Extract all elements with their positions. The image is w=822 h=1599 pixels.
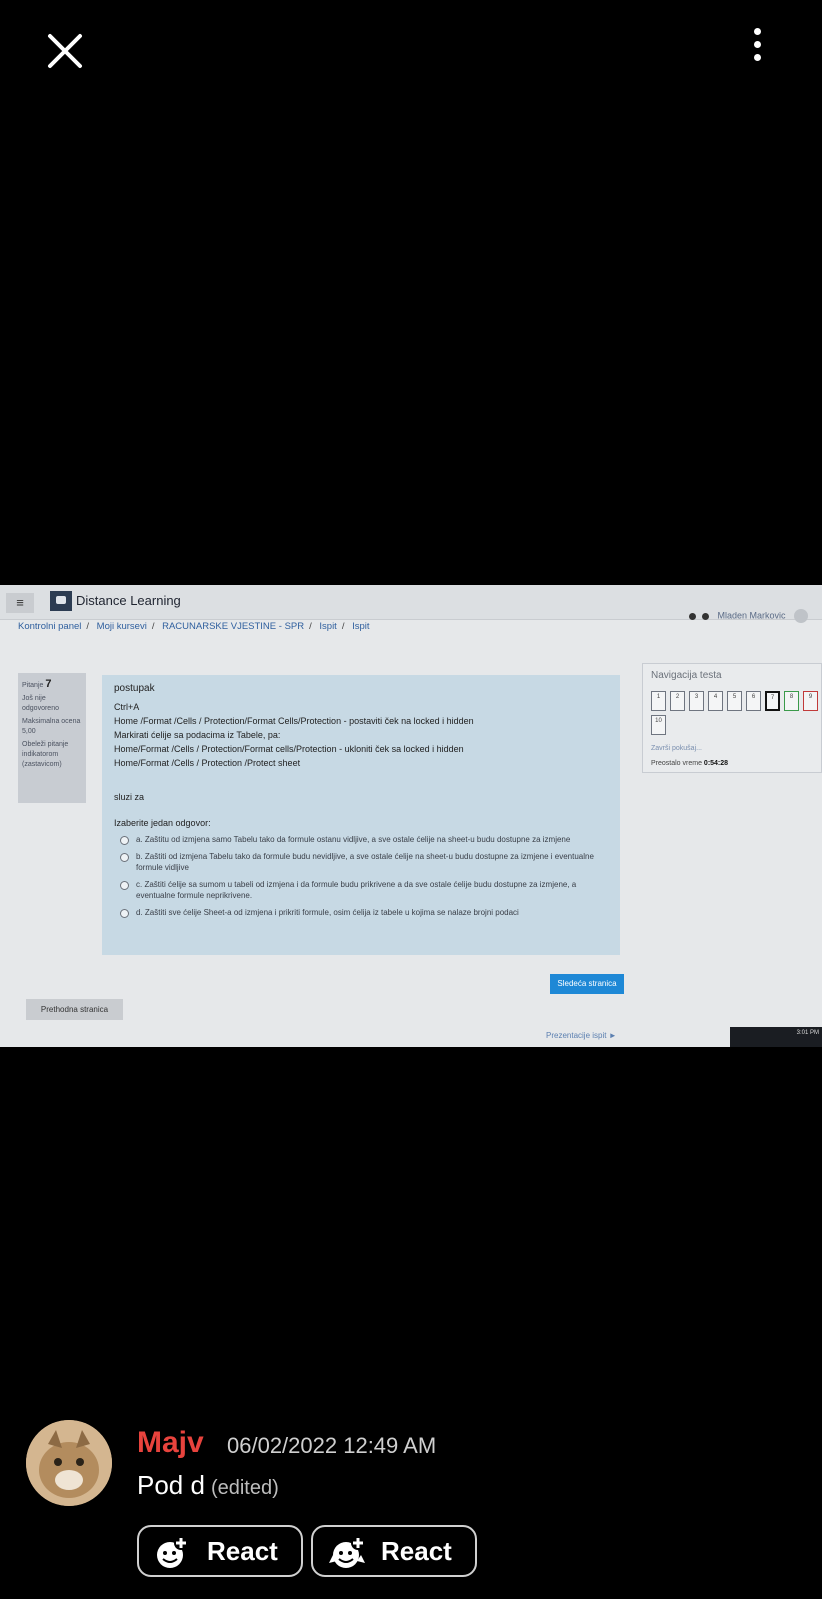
radio-button[interactable] (120, 853, 129, 862)
question-step: Markirati ćelije sa podacima iz Tabele, … (114, 730, 281, 740)
nav-question-9[interactable]: 9 (803, 691, 818, 711)
question-title: postupak (114, 683, 155, 694)
user-avatar[interactable] (794, 609, 808, 623)
breadcrumb-item[interactable]: Moji kursevi (97, 621, 147, 632)
hamburger-icon[interactable]: ≡ (6, 593, 34, 613)
nav-question-7[interactable]: 7 (765, 691, 780, 711)
flag-question[interactable]: Obeleži pitanje indikatorom (zastavicom) (22, 740, 82, 770)
taskbar-time: 3:01 PM (796, 1030, 819, 1036)
moodle-screen: ≡ Distance Learning Mladen Markovic Kont… (0, 585, 822, 1047)
edited-label: (edited) (210, 1477, 279, 1499)
react-label: React (381, 1536, 452, 1566)
user-menu[interactable]: Mladen Markovic (688, 609, 808, 623)
footer-link[interactable]: Prezentacije ispit ► (546, 1031, 617, 1040)
close-icon[interactable] (42, 28, 88, 74)
avatar[interactable] (26, 1420, 112, 1506)
answer-option-d[interactable]: d. Zaštiti sve ćelije Sheet-a od izmjena… (120, 907, 608, 918)
nav-question-8[interactable]: 8 (784, 691, 799, 711)
brand-title: Distance Learning (76, 593, 181, 608)
breadcrumb-item[interactable]: Ispit (319, 621, 336, 632)
react-button[interactable]: React (137, 1525, 303, 1577)
answer-option-c[interactable]: c. Zaštiti ćelije sa sumom u tabeli od i… (120, 879, 608, 901)
answer-prompt: Izaberite jedan odgovor: (114, 818, 211, 828)
attached-photo: ≡ Distance Learning Mladen Markovic Kont… (0, 585, 822, 1047)
next-page-button[interactable]: Sledeća stranica (550, 974, 624, 994)
nav-question-5[interactable]: 5 (727, 691, 742, 711)
bell-icon[interactable] (688, 612, 696, 620)
chat-icon[interactable] (701, 612, 709, 620)
question-step: Ctrl+A (114, 702, 140, 712)
breadcrumb-item[interactable]: RACUNARSKE VJESTINE - SPR (162, 621, 304, 632)
quiz-navigation: Navigacija testa 1 2 3 4 5 6 7 8 9 10 Za… (642, 663, 822, 773)
nav-question-3[interactable]: 3 (689, 691, 704, 711)
super-react-button[interactable]: React (311, 1525, 477, 1577)
nav-question-4[interactable]: 4 (708, 691, 723, 711)
finish-attempt-link[interactable]: Završi pokušaj... (651, 745, 813, 752)
nav-question-6[interactable]: 6 (746, 691, 761, 711)
user-name: Mladen Markovic (717, 610, 786, 621)
question-box: postupak Ctrl+A Home /Format /Cells / Pr… (102, 675, 620, 955)
previous-page-button[interactable]: Prethodna stranica (26, 999, 123, 1020)
message-text: Pod d (edited) (137, 1470, 279, 1501)
radio-button[interactable] (120, 836, 129, 845)
quiz-navigation-title: Navigacija testa (651, 670, 722, 681)
react-label: React (207, 1536, 278, 1566)
question-label: Pitanje (22, 682, 44, 689)
question-step: Home /Format /Cells / Protection/Format … (114, 716, 474, 726)
question-status: Još nije odgovoreno (22, 695, 59, 712)
breadcrumb-item[interactable]: Ispit (352, 621, 369, 632)
message-username[interactable]: Majv (137, 1426, 204, 1460)
quiz-navigation-grid: 1 2 3 4 5 6 7 8 9 10 (651, 691, 822, 739)
breadcrumb: Kontrolni panel / Moji kursevi / RACUNARSK… (18, 621, 370, 632)
windows-taskbar: 3:01 PM (730, 1027, 822, 1047)
question-purpose: sluzi za (114, 792, 145, 802)
radio-button[interactable] (120, 909, 129, 918)
radio-button[interactable] (120, 881, 129, 890)
add-reaction-icon (157, 1536, 188, 1568)
question-step: Home/Format /Cells / Protection /Protect… (114, 758, 301, 768)
message-timestamp: 06/02/2022 12:49 AM (227, 1433, 437, 1458)
super-reaction-icon (329, 1536, 365, 1568)
logo-icon (50, 591, 72, 611)
time-remaining: Preostalo vreme 0:54:28 (651, 760, 729, 767)
moodle-topbar: ≡ Distance Learning Mladen Markovic (0, 585, 822, 623)
answer-option-b[interactable]: b. Zaštiti od izmjena Tabelu tako da for… (120, 851, 608, 873)
nav-question-1[interactable]: 1 (651, 691, 666, 711)
question-number: 7 (45, 678, 52, 690)
question-info: Pitanje 7 Još nije odgovoreno Maksimalna… (18, 673, 86, 803)
question-max-grade: Maksimalna ocena 5,00 (22, 718, 81, 735)
nav-question-10[interactable]: 10 (651, 715, 666, 735)
nav-question-2[interactable]: 2 (670, 691, 685, 711)
question-step: Home/Format /Cells / Protection/Format c… (114, 744, 464, 754)
message-body: Pod d (137, 1470, 205, 1500)
more-vertical-icon[interactable] (744, 28, 770, 68)
breadcrumb-item[interactable]: Kontrolni panel (18, 621, 81, 632)
answer-option-a[interactable]: a. Zaštitu od izmjena samo Tabelu tako d… (120, 834, 608, 845)
